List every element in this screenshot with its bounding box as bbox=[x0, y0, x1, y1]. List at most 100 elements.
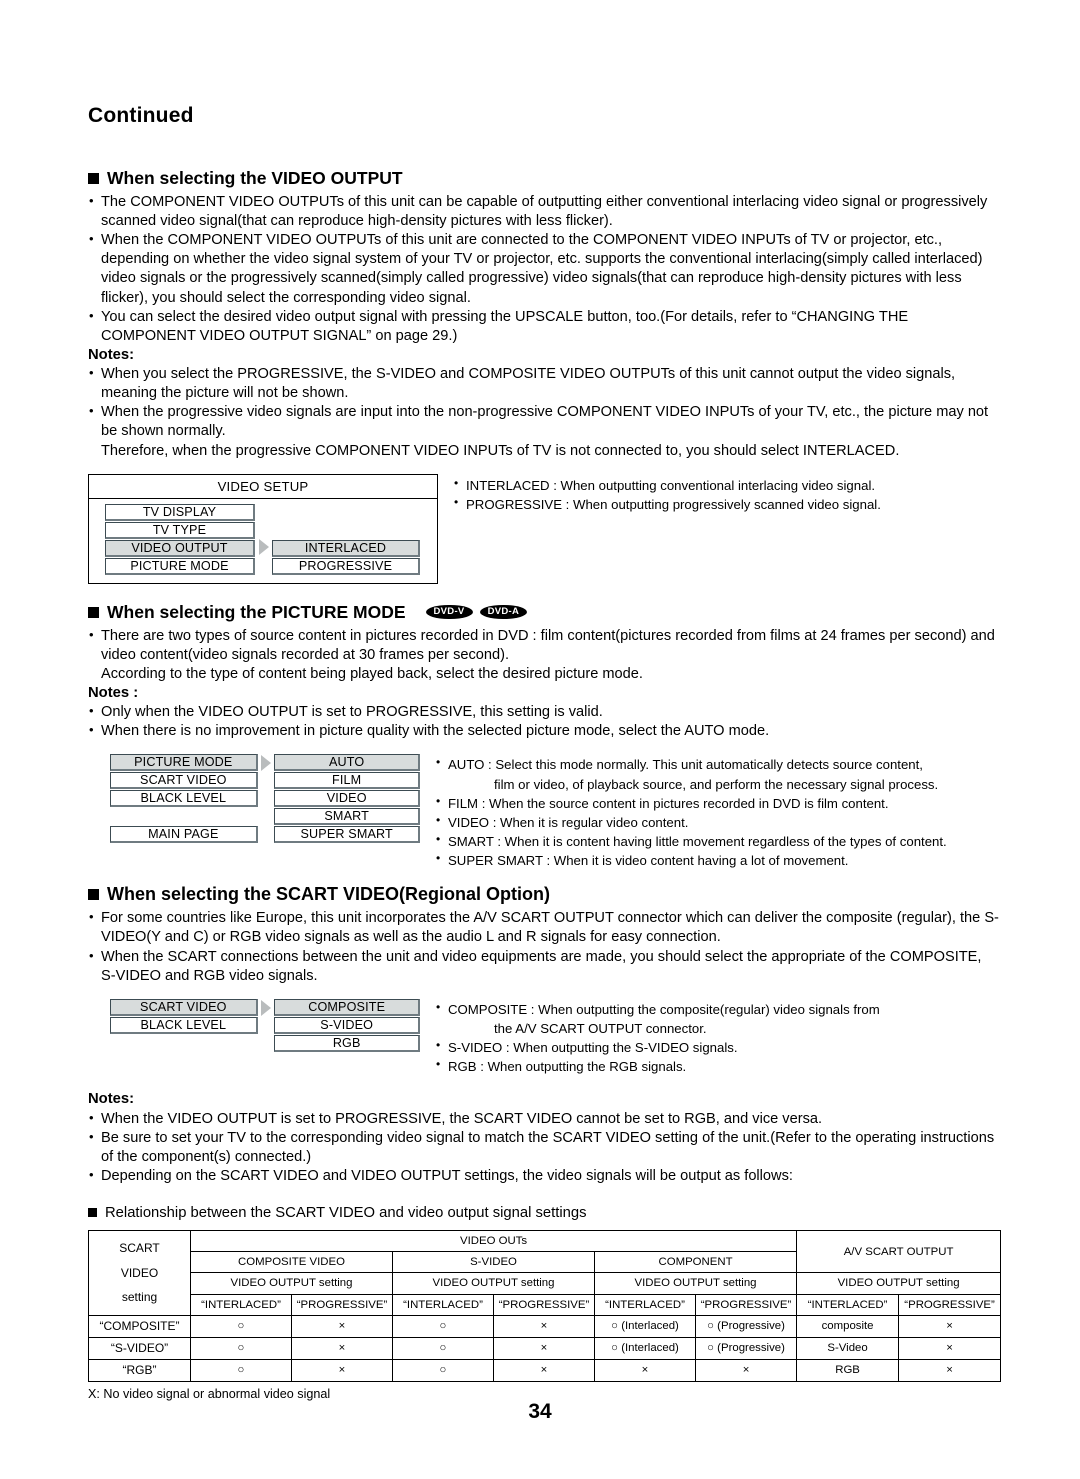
legend-line: S-VIDEO : When outputting the S-VIDEO si… bbox=[436, 1037, 880, 1057]
menu-item-black-level[interactable]: BLACK LEVEL bbox=[110, 790, 258, 808]
menu-item-picture-mode[interactable]: PICTURE MODE bbox=[105, 557, 255, 575]
paragraph: When the COMPONENT VIDEO OUTPUTs of this… bbox=[88, 230, 1000, 307]
table-setting-label: VIDEO OUTPUT setting bbox=[392, 1272, 595, 1295]
picture-mode-legend: AUTO : Select this mode normally. This u… bbox=[436, 754, 947, 870]
menu-item-main-page[interactable]: MAIN PAGE bbox=[110, 826, 258, 844]
menu-item-tv-type[interactable]: TV TYPE bbox=[105, 521, 255, 539]
table-col-progressive: “PROGRESSIVE” bbox=[493, 1293, 595, 1316]
menu-item-auto[interactable]: AUTO bbox=[274, 754, 421, 772]
table-cell: ○ (Progressive) bbox=[694, 1336, 798, 1360]
menu-item-video-output[interactable]: VIDEO OUTPUT bbox=[105, 539, 255, 557]
legend-line: SMART : When it is content having little… bbox=[436, 831, 947, 851]
bullet-square-icon bbox=[88, 1208, 97, 1218]
table-col-progressive: “PROGRESSIVE” bbox=[898, 1293, 1002, 1316]
menu-right-column: INTERLACED PROGRESSIVE bbox=[272, 539, 420, 576]
menu-item-video[interactable]: VIDEO bbox=[274, 790, 421, 808]
table-col-interlaced: “INTERLACED” bbox=[796, 1293, 900, 1316]
menu-item-interlaced[interactable]: INTERLACED bbox=[272, 539, 420, 557]
menu-item-scart-video[interactable]: SCART VIDEO bbox=[110, 772, 258, 790]
table-cell: composite bbox=[796, 1314, 900, 1338]
menu-body: TV DISPLAY TV TYPE VIDEO OUTPUT PICTURE … bbox=[89, 499, 437, 583]
table-row: “COMPOSITE” ○ × ○ × ○ (Interlaced) ○ (Pr… bbox=[88, 1314, 1002, 1338]
table-cell: × bbox=[898, 1314, 1002, 1338]
table-setting-label: VIDEO OUTPUT setting bbox=[593, 1272, 798, 1295]
table-subgroup-composite-video: COMPOSITE VIDEO bbox=[190, 1251, 393, 1274]
table-cell: × bbox=[493, 1336, 595, 1360]
table-col-interlaced: “INTERLACED” bbox=[190, 1293, 292, 1316]
menu-item-scart-video[interactable]: SCART VIDEO bbox=[110, 998, 258, 1016]
table-row-column-headers: “INTERLACED” “PROGRESSIVE” “INTERLACED” … bbox=[89, 1293, 1002, 1316]
section-heading-picture-mode: When selecting the PICTURE MODE DVD-V DV… bbox=[88, 602, 1000, 623]
table-cell: ○ bbox=[392, 1336, 494, 1360]
chevron-right-icon bbox=[258, 538, 269, 555]
format-badges: DVD-V DVD-A bbox=[425, 604, 528, 620]
bullet-square-icon bbox=[88, 889, 99, 901]
table-col-progressive: “PROGRESSIVE” bbox=[694, 1293, 798, 1316]
menu-item-picture-mode[interactable]: PICTURE MODE bbox=[110, 754, 258, 772]
menu-item-composite[interactable]: COMPOSITE bbox=[274, 998, 421, 1016]
section-heading-scart-video: When selecting the SCART VIDEO(Regional … bbox=[88, 884, 1000, 905]
video-setup-menu-box: VIDEO SETUP TV DISPLAY TV TYPE VIDEO OUT… bbox=[88, 473, 438, 584]
menu-item-progressive[interactable]: PROGRESSIVE bbox=[272, 557, 420, 575]
table-cell: × bbox=[291, 1336, 393, 1360]
menu-item-rgb[interactable]: RGB bbox=[274, 1034, 421, 1052]
section-heading-relationship: Relationship between the SCART VIDEO and… bbox=[88, 1205, 1000, 1221]
table-footnote: X: No video signal or abnormal video sig… bbox=[88, 1386, 331, 1401]
table-cell: × bbox=[291, 1314, 393, 1338]
table-cell: × bbox=[694, 1358, 798, 1382]
chevron-right-icon bbox=[260, 755, 271, 772]
paragraph: According to the type of content being p… bbox=[101, 665, 643, 682]
legend-line: AUTO : Select this mode normally. This u… bbox=[436, 754, 947, 774]
table-col-interlaced: “INTERLACED” bbox=[392, 1293, 494, 1316]
table-cell: × bbox=[594, 1358, 696, 1382]
video-setup-menu-diagram: VIDEO SETUP TV DISPLAY TV TYPE VIDEO OUT… bbox=[88, 473, 1000, 584]
section-heading-text: When selecting the VIDEO OUTPUT bbox=[107, 168, 403, 188]
table-subgroup-component: COMPONENT bbox=[593, 1251, 798, 1274]
menu-right-column: AUTO FILM VIDEO SMART SUPER SMART bbox=[274, 754, 421, 844]
paragraph: There are two types of source content in… bbox=[88, 626, 1000, 665]
menu-item-s-video[interactable]: S-VIDEO bbox=[274, 1016, 421, 1034]
table-cell: ○ bbox=[190, 1314, 292, 1338]
paragraph: When you select the PROGRESSIVE, the S-V… bbox=[88, 364, 1000, 403]
table-row-setting-labels: VIDEO OUTPUT setting VIDEO OUTPUT settin… bbox=[89, 1272, 1002, 1295]
video-output-legend: INTERLACED : When outputting conventiona… bbox=[454, 474, 881, 514]
paragraph: Therefore, when the progressive COMPONEN… bbox=[101, 442, 900, 459]
dvd-a-badge: DVD-A bbox=[479, 604, 528, 620]
menu-item-black-level[interactable]: BLACK LEVEL bbox=[110, 1016, 258, 1034]
table-cell: ○ (Progressive) bbox=[694, 1314, 798, 1338]
notes-label: Notes: bbox=[88, 346, 135, 363]
submenu-arrow-wrap bbox=[255, 538, 272, 555]
dvd-v-badge: DVD-V bbox=[425, 604, 473, 620]
picture-mode-menu-box: PICTURE MODE SCART VIDEO BLACK LEVEL MAI… bbox=[88, 754, 421, 844]
legend-line: INTERLACED : When outputting conventiona… bbox=[454, 475, 881, 495]
paragraph: When the VIDEO OUTPUT is set to PROGRESS… bbox=[88, 1109, 1000, 1129]
table-row-label: “S-VIDEO” bbox=[88, 1336, 191, 1360]
menu-left-column: SCART VIDEO BLACK LEVEL bbox=[110, 998, 258, 1035]
table-cell: × bbox=[493, 1358, 595, 1382]
document-page: Continued When selecting the VIDEO OUTPU… bbox=[0, 0, 1080, 1479]
menu-right-column: COMPOSITE S-VIDEO RGB bbox=[274, 998, 421, 1053]
bullet-square-icon bbox=[88, 173, 99, 184]
table-group-video-outs: VIDEO OUTs bbox=[189, 1229, 798, 1253]
table-row-label: “RGB” bbox=[88, 1358, 191, 1382]
menu-item-smart[interactable]: SMART bbox=[274, 808, 421, 826]
paragraph: When the progressive video signals are i… bbox=[88, 402, 1000, 441]
table-group-av-scart-output: A/V SCART OUTPUT bbox=[796, 1229, 1002, 1274]
table-cell: S-Video bbox=[796, 1336, 900, 1360]
menu-columns: TV DISPLAY TV TYPE VIDEO OUTPUT PICTURE … bbox=[105, 503, 437, 576]
menu-item-film[interactable]: FILM bbox=[274, 772, 421, 790]
table-col-progressive: “PROGRESSIVE” bbox=[291, 1293, 393, 1316]
legend-line: FILM : When the source content in pictur… bbox=[436, 793, 947, 813]
paragraph: The COMPONENT VIDEO OUTPUTs of this unit… bbox=[88, 192, 1000, 231]
menu-item-super-smart[interactable]: SUPER SMART bbox=[274, 826, 421, 844]
menu-left-column: TV DISPLAY TV TYPE VIDEO OUTPUT PICTURE … bbox=[105, 503, 255, 576]
section-heading-text: Relationship between the SCART VIDEO and… bbox=[105, 1204, 587, 1221]
table-cell: ○ (Interlaced) bbox=[594, 1314, 696, 1338]
page-number: 34 bbox=[528, 1400, 552, 1423]
picture-mode-menu-diagram: PICTURE MODE SCART VIDEO BLACK LEVEL MAI… bbox=[88, 754, 1000, 870]
legend-line: COMPOSITE : When outputting the composit… bbox=[436, 999, 880, 1019]
menu-columns: PICTURE MODE SCART VIDEO BLACK LEVEL MAI… bbox=[110, 754, 421, 844]
paragraph: When there is no improvement in picture … bbox=[88, 721, 1000, 741]
table-subgroup-s-video: S-VIDEO bbox=[392, 1251, 595, 1274]
menu-item-tv-display[interactable]: TV DISPLAY bbox=[105, 503, 255, 521]
